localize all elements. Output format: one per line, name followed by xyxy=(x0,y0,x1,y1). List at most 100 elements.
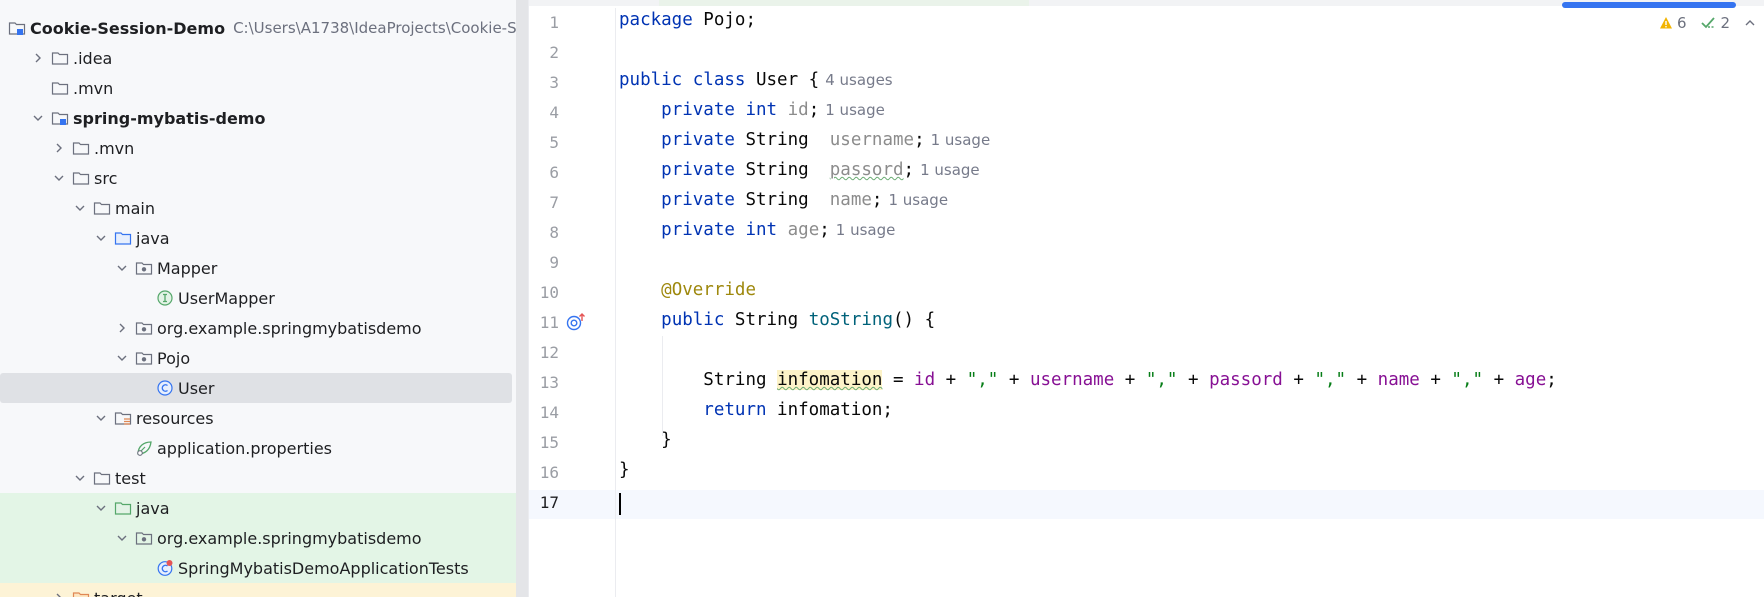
usages-hint[interactable]: 1 usage xyxy=(888,191,948,209)
editor-tab-active[interactable] xyxy=(659,0,1029,6)
tree-item-label: test xyxy=(115,468,146,488)
chevron-down-icon[interactable] xyxy=(115,261,129,275)
code-text: () { xyxy=(892,310,936,330)
chevron-down-icon[interactable] xyxy=(52,171,66,185)
tree-item-label: Pojo xyxy=(157,348,191,368)
tree-item[interactable]: .mvn xyxy=(0,73,516,103)
tree-item[interactable]: SpringMybatisDemoApplicationTests xyxy=(0,553,516,583)
code-line-4[interactable]: private int id; 1 usage xyxy=(619,100,885,120)
code-line-7[interactable]: private String name; 1 usage xyxy=(619,190,948,210)
project-path: C:\Users\A1738\IdeaProjects\Cookie-Sessi… xyxy=(233,19,516,37)
closing-brace: } xyxy=(661,430,672,450)
code-editor[interactable]: 6 2 1 2 3 4 5 6 7 8 9 10 11 12 13 14 15 16 17 package Po… xyxy=(529,0,1764,597)
code-line-8[interactable]: private int age; 1 usage xyxy=(619,220,895,240)
package-icon xyxy=(135,319,153,337)
code-line-11[interactable]: public String toString() { xyxy=(619,310,935,330)
tree-item[interactable]: Pojo xyxy=(0,343,516,373)
local-variable: infomation xyxy=(777,370,883,390)
semicolon: ; xyxy=(903,160,915,180)
overrides-method-icon[interactable] xyxy=(566,312,588,332)
line-number: 11 xyxy=(539,313,559,332)
tree-item[interactable]: org.example.springmybatisdemo xyxy=(0,523,516,553)
line-number: 6 xyxy=(549,163,559,182)
tree-item-label: org.example.springmybatisdemo xyxy=(157,528,422,548)
chevron-down-icon[interactable] xyxy=(115,531,129,545)
code-line-14[interactable]: return infomation; xyxy=(619,400,893,420)
code-line-6[interactable]: private String passord; 1 usage xyxy=(619,160,980,180)
string-concat: + "," + xyxy=(1282,370,1378,390)
test-class-icon xyxy=(156,559,174,577)
tree-item[interactable]: .mvn xyxy=(0,133,516,163)
keyword: private xyxy=(661,130,735,150)
code-line-10[interactable]: @Override xyxy=(619,280,756,300)
chevron-up-icon[interactable] xyxy=(1744,17,1756,29)
tree-item[interactable]: resources xyxy=(0,403,516,433)
field-name: name xyxy=(829,190,872,210)
usages-hint[interactable]: 1 usage xyxy=(825,101,885,119)
class-icon xyxy=(156,379,174,397)
chevron-down-icon[interactable] xyxy=(94,231,108,245)
tree-item[interactable]: .idea xyxy=(0,43,516,73)
method-name: toString xyxy=(808,310,893,330)
tree-item[interactable]: spring-mybatis-demo xyxy=(0,103,516,133)
field-name: id xyxy=(787,100,809,120)
chevron-down-icon[interactable] xyxy=(94,501,108,515)
code-line-15[interactable]: } xyxy=(619,430,672,450)
tree-item[interactable]: application.properties xyxy=(0,433,516,463)
code-line-16[interactable]: } xyxy=(619,460,630,480)
tree-item[interactable]: java xyxy=(0,223,516,253)
code-line-3[interactable]: public class User {4 usages xyxy=(619,70,893,90)
chevron-down-icon[interactable] xyxy=(73,201,87,215)
tree-item[interactable]: Cookie-Session-Demo C:\Users\A1738\IdeaPr… xyxy=(0,13,516,43)
tree-item[interactable]: main xyxy=(0,193,516,223)
type-name: String xyxy=(703,370,767,390)
line-number: 5 xyxy=(549,133,559,152)
keyword: private xyxy=(661,160,735,180)
chevron-right-icon[interactable] xyxy=(52,591,66,597)
string-concat: + "," + xyxy=(935,370,1030,390)
chevron-right-icon[interactable] xyxy=(115,321,129,335)
editor-scroll-indicator[interactable] xyxy=(1562,2,1736,8)
tree-item[interactable]: target xyxy=(0,583,516,597)
warning-count: 6 xyxy=(1677,14,1687,32)
usages-hint[interactable]: 1 usage xyxy=(931,131,991,149)
string-concat: + "," + xyxy=(1114,370,1210,390)
tree-item[interactable]: src xyxy=(0,163,516,193)
usages-hint[interactable]: 1 usage xyxy=(920,161,980,179)
chevron-down-icon[interactable] xyxy=(31,111,45,125)
chevron-down-icon[interactable] xyxy=(115,351,129,365)
semicolon: ; xyxy=(819,220,830,240)
chevron-down-icon[interactable] xyxy=(94,411,108,425)
inspection-widget[interactable]: 6 2 xyxy=(1659,14,1756,32)
field-name: username xyxy=(829,130,915,150)
tree-item[interactable]: test xyxy=(0,463,516,493)
source-folder-icon xyxy=(114,229,132,247)
usages-hint[interactable]: 4 usages xyxy=(825,71,892,89)
warning-icon xyxy=(1660,17,1672,29)
package-icon xyxy=(135,259,153,277)
text-caret xyxy=(619,493,621,515)
line-number: 13 xyxy=(539,373,559,392)
code-line-1[interactable]: package Pojo; xyxy=(619,10,756,30)
keyword: int xyxy=(745,220,778,240)
usages-hint[interactable]: 1 usage xyxy=(836,221,896,239)
tree-item[interactable]: Mapper xyxy=(0,253,516,283)
tree-item[interactable]: java xyxy=(0,493,516,523)
string-concat: + "," + xyxy=(1419,370,1515,390)
tree-item[interactable]: org.example.springmybatisdemo xyxy=(0,313,516,343)
tree-item[interactable]: User xyxy=(0,373,512,403)
chevron-right-icon[interactable] xyxy=(52,141,66,155)
semicolon: ; xyxy=(914,130,925,150)
code-line-5[interactable]: private String username; 1 usage xyxy=(619,130,990,150)
code-line-13[interactable]: String infomation = id + "," + username … xyxy=(619,370,1557,390)
chevron-right-icon[interactable] xyxy=(31,51,45,65)
tree-item-label: SpringMybatisDemoApplicationTests xyxy=(178,558,469,578)
weak-warning-count: 2 xyxy=(1720,14,1731,32)
project-tree-scrollbar[interactable] xyxy=(516,0,528,597)
chevron-down-icon[interactable] xyxy=(73,471,87,485)
line-number: 4 xyxy=(549,103,559,122)
line-number: 2 xyxy=(549,43,559,62)
tree-item[interactable]: UserMapper xyxy=(0,283,516,313)
folder-icon xyxy=(51,49,69,67)
